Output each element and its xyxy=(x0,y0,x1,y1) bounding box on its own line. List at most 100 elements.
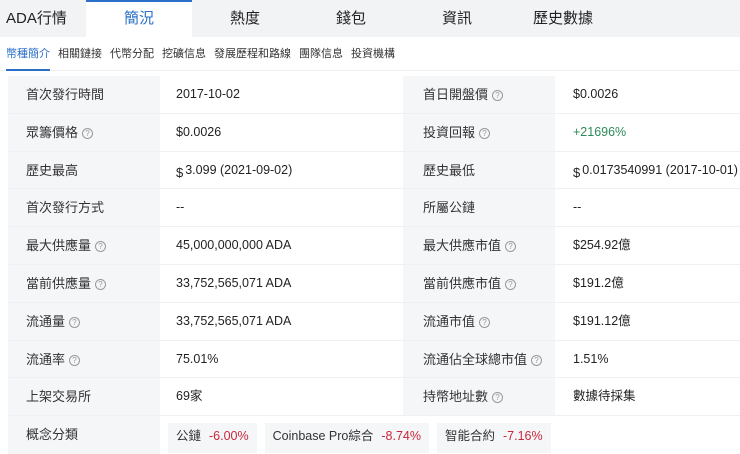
label-text: 首日開盤價 xyxy=(423,87,489,102)
currency-symbol: $ xyxy=(573,164,581,180)
table-row: 最大供應量? 45,000,000,000 ADA 最大供應市值? $254.9… xyxy=(8,227,740,265)
value-text: -- xyxy=(573,200,582,215)
help-icon[interactable]: ? xyxy=(479,316,491,328)
table-row: 首次發行時間 2017-10-02 首日開盤價? $0.0026 xyxy=(8,76,740,114)
label-text: 投資回報 xyxy=(423,124,476,140)
field-value: $254.92億 xyxy=(555,227,740,264)
concept-tags: 公鏈 -6.00% Coinbase Pro綜合 -8.74% 智能合約 -7.16% xyxy=(160,416,551,454)
field-label: 流通量? xyxy=(8,302,160,340)
subtab-investors[interactable]: 投資機構 xyxy=(351,37,395,70)
field-value: 1.51% xyxy=(555,341,740,378)
value-text: 75.01% xyxy=(176,351,219,366)
help-icon[interactable]: ? xyxy=(531,354,543,366)
label-text: 首次發行方式 xyxy=(26,200,105,216)
field-label: 最大供應量? xyxy=(8,227,160,264)
table-row: 流通量? 33,752,565,071 ADA 流通市值? $191.12億 xyxy=(8,302,740,341)
concept-name: 公鏈 xyxy=(176,428,202,443)
field-label: 概念分類 xyxy=(8,416,160,454)
field-label: 首次發行時間 xyxy=(8,76,160,113)
help-icon[interactable]: ? xyxy=(505,278,517,290)
subtab-intro[interactable]: 幣種簡介 xyxy=(6,37,50,71)
help-icon[interactable]: ? xyxy=(82,127,94,139)
value-text: 33,752,565,071 ADA xyxy=(176,313,292,328)
sub-tabs: 幣種簡介 相關鏈接 代幣分配 挖礦信息 發展歷程和路線 團隊信息 投資機構 xyxy=(0,37,740,71)
subtab-team[interactable]: 團隊信息 xyxy=(299,37,343,70)
concept-tag[interactable]: 智能合約 -7.16% xyxy=(436,422,551,453)
concept-change: -7.16% xyxy=(503,428,543,443)
value-text: $254.92億 xyxy=(573,238,631,253)
field-label: 首次發行方式 xyxy=(8,189,160,227)
help-icon[interactable]: ? xyxy=(492,392,504,404)
field-value: $0.0173540991 (2017-10-01) xyxy=(555,152,740,189)
tab-wallet[interactable]: 錢包 xyxy=(298,0,404,37)
label-text: 流通率 xyxy=(26,351,66,367)
field-value: 75.01% xyxy=(160,341,403,378)
tab-history[interactable]: 歷史數據 xyxy=(510,0,616,37)
field-label: 所屬公鏈 xyxy=(403,189,555,227)
subtab-links[interactable]: 相關鏈接 xyxy=(58,37,102,70)
value-text: 1.51% xyxy=(573,351,609,366)
table-row: 流通率? 75.01% 流通佔全球總市值? 1.51% xyxy=(8,340,740,379)
field-label: 眾籌價格? xyxy=(8,113,160,151)
concept-tag[interactable]: Coinbase Pro綜合 -8.74% xyxy=(264,422,429,453)
concept-change: -8.74% xyxy=(381,428,421,443)
field-label: 流通佔全球總市值? xyxy=(403,340,555,378)
help-icon[interactable]: ? xyxy=(492,90,504,101)
subtab-mining[interactable]: 挖礦信息 xyxy=(162,37,206,70)
label-text: 所屬公鏈 xyxy=(423,200,476,216)
value-text: $191.12億 xyxy=(573,313,631,328)
help-icon[interactable]: ? xyxy=(69,316,81,328)
tab-news[interactable]: 資訊 xyxy=(404,0,510,37)
field-value: 數據待採集 xyxy=(555,378,740,415)
field-value: $0.0026 xyxy=(555,76,740,113)
field-label: 當前供應量? xyxy=(8,264,160,302)
field-label: 流通市值? xyxy=(403,302,555,340)
label-text: 當前供應市值 xyxy=(423,275,502,291)
field-value: $3.099 (2021-09-02) xyxy=(160,152,403,189)
label-text: 眾籌價格 xyxy=(26,124,79,140)
concept-name: 智能合約 xyxy=(444,428,495,443)
value-text: 45,000,000,000 ADA xyxy=(176,238,292,253)
help-icon[interactable]: ? xyxy=(95,241,107,253)
field-label: 當前供應市值? xyxy=(403,264,555,302)
table-row: 當前供應量? 33,752,565,071 ADA 當前供應市值? $191.2… xyxy=(8,264,740,303)
label-text: 持幣地址數 xyxy=(423,389,489,405)
subtab-roadmap[interactable]: 發展歷程和路線 xyxy=(214,37,291,70)
table-row: 上架交易所 69家 持幣地址數? 數據待採集 xyxy=(8,378,740,417)
concept-name: Coinbase Pro綜合 xyxy=(272,428,374,443)
info-table: 首次發行時間 2017-10-02 首日開盤價? $0.0026 眾籌價格? $… xyxy=(8,76,740,454)
value-text: 69家 xyxy=(176,389,203,404)
field-label: 持幣地址數? xyxy=(403,378,555,416)
value-text: 數據待採集 xyxy=(573,389,636,404)
label-text: 流通量 xyxy=(26,313,66,329)
tab-market[interactable]: ADA行情 xyxy=(0,0,86,37)
label-text: 歷史最低 xyxy=(423,162,476,178)
label-text: 歷史最高 xyxy=(26,162,79,178)
field-value: -- xyxy=(160,189,403,226)
field-value: 2017-10-02 xyxy=(160,76,403,113)
tab-popularity[interactable]: 熱度 xyxy=(192,0,298,37)
field-label: 歷史最低 xyxy=(403,151,555,189)
subtab-token-distribution[interactable]: 代幣分配 xyxy=(110,37,154,70)
field-value: 45,000,000,000 ADA xyxy=(160,227,403,264)
field-label: 首日開盤價? xyxy=(403,76,555,113)
field-value: 33,752,565,071 ADA xyxy=(160,265,403,302)
concept-change: -6.00% xyxy=(209,428,249,443)
main-tabs: ADA行情 簡況 熱度 錢包 資訊 歷史數據 xyxy=(0,0,740,37)
help-icon[interactable]: ? xyxy=(505,241,517,253)
value-text: $191.2億 xyxy=(573,275,624,290)
field-label: 歷史最高 xyxy=(8,151,160,189)
tab-overview[interactable]: 簡況 xyxy=(86,0,192,37)
value-text: 33,752,565,071 ADA xyxy=(176,275,292,290)
help-icon[interactable]: ? xyxy=(95,278,107,290)
value-text: 0.0173540991 (2017-10-01) xyxy=(582,162,738,177)
concept-tag[interactable]: 公鏈 -6.00% xyxy=(168,422,257,453)
field-value: $191.2億 xyxy=(555,265,740,302)
field-value: 33,752,565,071 ADA xyxy=(160,303,403,340)
help-icon[interactable]: ? xyxy=(69,354,81,366)
help-icon[interactable]: ? xyxy=(479,127,491,139)
field-value: -- xyxy=(555,189,740,226)
field-label: 上架交易所 xyxy=(8,378,160,416)
label-text: 最大供應量 xyxy=(26,238,92,254)
label-text: 上架交易所 xyxy=(26,389,92,405)
